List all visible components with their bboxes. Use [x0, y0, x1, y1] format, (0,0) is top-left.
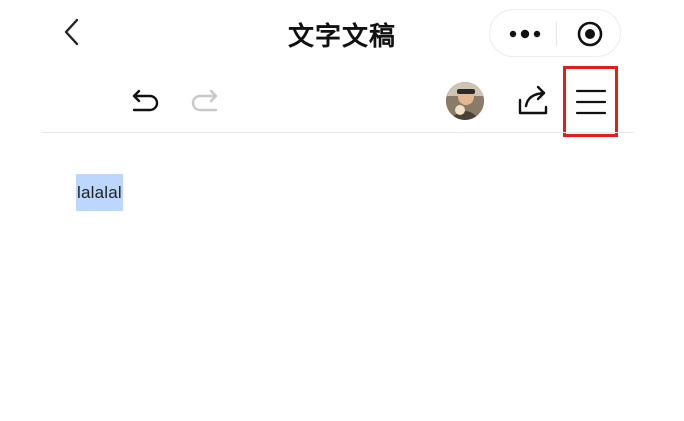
- hamburger-menu-icon: [575, 89, 606, 114]
- share-button[interactable]: [512, 80, 554, 120]
- close-mini-program-button[interactable]: [568, 16, 612, 52]
- capsule-divider: [556, 22, 557, 46]
- selected-text[interactable]: lalalal: [76, 174, 123, 211]
- redo-button[interactable]: [184, 82, 226, 120]
- toolbar-divider: [42, 132, 634, 133]
- undo-icon: [132, 89, 159, 112]
- document-body[interactable]: lalalal: [76, 174, 123, 211]
- menu-button[interactable]: [563, 66, 618, 137]
- target-icon: [577, 21, 603, 47]
- undo-button[interactable]: [124, 82, 166, 120]
- redo-icon: [191, 89, 218, 112]
- share-icon: [518, 85, 548, 115]
- more-button[interactable]: [502, 16, 548, 52]
- avatar-image: [446, 82, 484, 120]
- user-avatar[interactable]: [446, 82, 484, 120]
- mini-program-capsule: [489, 9, 621, 57]
- more-dots-icon: [509, 29, 541, 39]
